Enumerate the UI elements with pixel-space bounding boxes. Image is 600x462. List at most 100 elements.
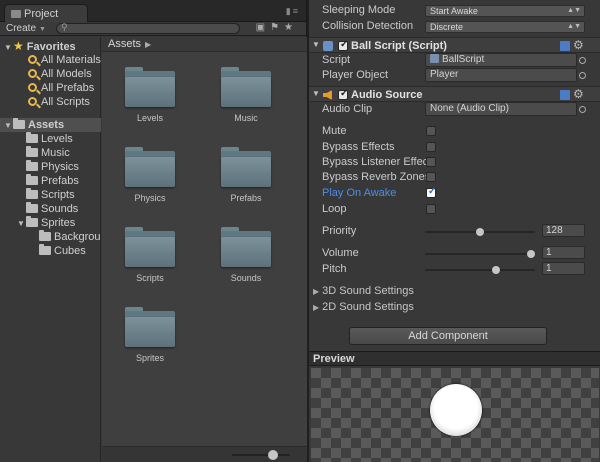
gear-icon[interactable]: ⚙	[573, 87, 584, 101]
3d-sound-settings-foldout[interactable]: ▶ 3D Sound Settings	[313, 285, 414, 297]
pitch-slider-handle[interactable]	[492, 266, 501, 274]
object-picker-icon[interactable]	[579, 72, 586, 79]
sprites-label: Sprites	[41, 217, 76, 229]
2d-sound-settings-foldout[interactable]: ▶ 2D Sound Settings	[313, 301, 414, 313]
star-icon: ★	[13, 39, 24, 53]
folder-icon	[13, 118, 25, 129]
asset-folder[interactable]: Prefabs	[216, 147, 276, 203]
asset-folder[interactable]: Sprites	[120, 307, 180, 363]
favorite-item[interactable]: All Prefabs	[28, 81, 94, 95]
tree-folder-item[interactable]: Backgrou	[39, 230, 100, 244]
collapse-triangle-icon[interactable]: ▼	[312, 89, 320, 98]
player-object-field[interactable]: Player	[425, 68, 577, 82]
preview-panel: Preview	[309, 351, 600, 462]
bypass-effects-checkbox[interactable]	[426, 142, 436, 152]
pitch-field[interactable]: 1	[542, 262, 585, 275]
favorite-item[interactable]: All Models	[28, 67, 92, 81]
tree-folder-item[interactable]: Prefabs	[26, 174, 79, 188]
favorite-star-icon[interactable]: ★	[284, 22, 298, 33]
inspector-panel: Sleeping Mode Start Awake ▲▼ Collision De…	[309, 0, 600, 351]
tab-project[interactable]: Project	[4, 4, 88, 22]
assets-root-row[interactable]: ▼ Assets	[4, 118, 64, 132]
search-input[interactable]: ⚲	[56, 22, 240, 34]
tree-folder-label: Music	[41, 147, 70, 159]
help-book-icon[interactable]	[560, 90, 570, 100]
tree-folder-label: Scripts	[41, 189, 75, 201]
audio-source-title: Audio Source	[351, 89, 423, 101]
ball-script-enabled-checkbox[interactable]	[338, 39, 348, 51]
tree-folder-item[interactable]: Cubes	[39, 244, 86, 258]
pitch-label: Pitch	[322, 263, 347, 275]
volume-field[interactable]: 1	[542, 246, 585, 259]
tree-folder-item[interactable]: Physics	[26, 160, 79, 174]
help-book-icon[interactable]	[560, 41, 570, 51]
search-icon	[28, 69, 37, 78]
chevron-down-icon: ▼	[39, 26, 46, 33]
volume-slider-handle[interactable]	[527, 250, 535, 258]
audio-source-enabled-checkbox[interactable]	[338, 88, 348, 100]
mute-checkbox[interactable]	[426, 126, 436, 136]
loop-checkbox[interactable]	[426, 204, 436, 214]
pitch-slider[interactable]	[425, 269, 535, 271]
asset-folder-label: Sprites	[135, 353, 164, 363]
add-component-button[interactable]: Add Component	[349, 327, 547, 345]
breadcrumb-assets[interactable]: Assets	[108, 38, 141, 50]
folder-icon	[26, 146, 38, 157]
asset-folder[interactable]: Levels	[120, 67, 180, 123]
preview-viewport[interactable]	[311, 368, 599, 462]
tree-folder-label: Backgrou	[54, 231, 101, 243]
icon-size-slider-handle[interactable]	[268, 450, 278, 460]
asset-folder[interactable]: Scripts	[120, 227, 180, 283]
collision-detection-dropdown[interactable]: Discrete ▲▼	[425, 21, 585, 33]
volume-slider[interactable]	[425, 253, 535, 255]
sleeping-mode-label: Sleeping Mode	[322, 4, 396, 16]
priority-field[interactable]: 128	[542, 224, 585, 237]
search-icon: ⚲	[61, 22, 68, 32]
favorites-row[interactable]: ▼★ Favorites	[4, 39, 76, 53]
asset-folder[interactable]: Sounds	[216, 227, 276, 283]
audio-clip-field[interactable]: None (Audio Clip)	[425, 102, 577, 116]
tree-folder-item[interactable]: Music	[26, 146, 70, 160]
3d-sound-settings-label: 3D Sound Settings	[322, 285, 414, 297]
project-toolbar: Create ▼ ⚲ ▣⚑★	[0, 22, 306, 36]
bypass-reverb-zones-label: Bypass Reverb Zones	[322, 171, 431, 183]
expand-triangle-icon[interactable]: ▼	[4, 119, 13, 133]
sleeping-mode-dropdown[interactable]: Start Awake ▲▼	[425, 5, 585, 17]
asset-folder[interactable]: Music	[216, 67, 276, 123]
icon-size-slider[interactable]	[232, 454, 290, 456]
tree-folder-item[interactable]: Levels	[26, 132, 73, 146]
favorite-item[interactable]: All Materials	[28, 53, 101, 67]
create-label: Create	[6, 23, 37, 34]
create-dropdown[interactable]: Create ▼	[6, 23, 46, 34]
panel-menu-icon[interactable]: ▮≡	[286, 6, 300, 17]
audio-source-header[interactable]: ▼ Audio Source ⚙	[309, 86, 600, 102]
gear-icon[interactable]: ⚙	[573, 38, 584, 52]
script-field[interactable]: BallScript	[425, 53, 577, 67]
bypass-listener-effects-checkbox[interactable]	[426, 157, 436, 167]
folder-icon	[39, 230, 51, 241]
updown-arrows-icon: ▲▼	[567, 7, 581, 14]
folder-icon	[221, 147, 271, 187]
filter-type-icon[interactable]: ▣	[256, 22, 270, 33]
bypass-reverb-zones-checkbox[interactable]	[426, 172, 436, 182]
object-picker-icon[interactable]	[579, 57, 586, 64]
sprites-row[interactable]: ▼ Sprites	[17, 216, 75, 230]
folder-icon	[26, 160, 38, 171]
favorite-item[interactable]: All Scripts	[28, 95, 90, 109]
script-file-icon	[430, 54, 439, 63]
asset-folder[interactable]: Physics	[120, 147, 180, 203]
tree-folder-item[interactable]: Sounds	[26, 202, 78, 216]
folder-icon	[125, 227, 175, 267]
folder-tree: ▼★ Favorites All Materials All Models All…	[0, 37, 101, 462]
object-picker-icon[interactable]	[579, 106, 586, 113]
expand-triangle-icon[interactable]: ▼	[4, 41, 13, 55]
ball-script-header[interactable]: ▼ Ball Script (Script) ⚙	[309, 37, 600, 53]
priority-slider-handle[interactable]	[476, 228, 484, 236]
collapse-triangle-icon[interactable]: ▼	[312, 40, 320, 49]
tree-folder-item[interactable]: Scripts	[26, 188, 75, 202]
favorite-item-label: All Models	[41, 68, 92, 80]
folder-icon	[26, 174, 38, 185]
filter-label-icon[interactable]: ⚑	[270, 22, 284, 33]
play-on-awake-checkbox[interactable]	[426, 186, 436, 198]
expand-triangle-icon[interactable]: ▼	[17, 217, 26, 231]
